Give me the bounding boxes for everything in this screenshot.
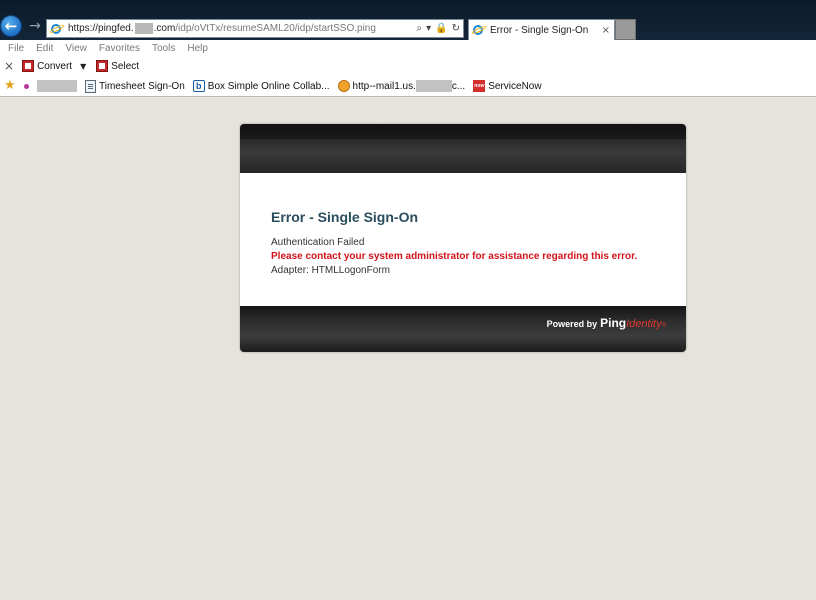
favorite-box[interactable]: b Box Simple Online Collab... <box>192 80 330 92</box>
card-body: Error - Single Sign-On Authentication Fa… <box>240 173 686 306</box>
error-card: Error - Single Sign-On Authentication Fa… <box>240 124 686 352</box>
favorite-dot-icon <box>24 83 29 89</box>
favorites-bar: ★ Timesheet Sign-On b Box Simple Online … <box>0 76 816 97</box>
select-button[interactable]: Select <box>96 60 139 72</box>
address-tools: ⌕ ▾ 🔒 ↻ <box>417 23 463 34</box>
page-icon <box>85 79 96 93</box>
menu-view[interactable]: View <box>65 43 87 54</box>
menu-edit[interactable]: Edit <box>36 43 53 54</box>
favorite-redacted[interactable] <box>24 80 77 92</box>
powered-by-logo: Powered by Ping Identity ® <box>547 316 666 330</box>
error-adapter: Adapter: HTMLLogonForm <box>271 265 390 276</box>
favorite-servicenow[interactable]: now ServiceNow <box>473 80 542 92</box>
page-title: Error - Single Sign-On <box>271 209 419 225</box>
url-prefix: https://pingfed. <box>68 23 134 34</box>
tab-title: Error - Single Sign-On <box>490 24 589 36</box>
brand-identity: Identity <box>626 318 662 330</box>
menu-file[interactable]: File <box>8 43 24 54</box>
address-dropdown-icon[interactable]: ▾ <box>426 23 431 34</box>
select-label: Select <box>111 60 140 72</box>
menu-bar: File Edit View Favorites Tools Help <box>0 40 816 56</box>
favorite-mail[interactable]: http--mail1.us. c... <box>337 80 466 92</box>
convert-button[interactable]: Convert ▼ <box>22 60 86 72</box>
ie-logo-icon <box>50 22 64 36</box>
tab-error-single-sign-on[interactable]: Error - Single Sign-On × <box>468 19 615 40</box>
error-status: Authentication Failed <box>271 237 365 248</box>
back-arrow-icon[interactable]: ← <box>0 15 22 37</box>
favorite-timesheet[interactable]: Timesheet Sign-On <box>85 79 185 93</box>
servicenow-logo-icon: now <box>473 80 486 92</box>
favorite-timesheet-label: Timesheet Sign-On <box>99 80 185 92</box>
address-bar[interactable]: https://pingfed. .com /idp/oVtTx/resumeS… <box>46 19 464 38</box>
new-tab-button[interactable] <box>615 19 636 40</box>
favorite-mail-suffix: c... <box>451 80 466 92</box>
card-header <box>240 124 686 173</box>
menu-help[interactable]: Help <box>187 43 208 54</box>
box-logo-icon: b <box>192 80 205 92</box>
card-footer: Powered by Ping Identity ® <box>240 306 686 352</box>
search-icon[interactable]: ⌕ <box>417 23 423 34</box>
lock-icon[interactable]: 🔒 <box>435 23 447 34</box>
convert-dropdown-icon[interactable]: ▼ <box>80 62 86 71</box>
favorite-box-label: Box Simple Online Collab... <box>207 80 330 92</box>
refresh-icon[interactable]: ↻ <box>452 23 460 34</box>
close-toolbar-icon[interactable]: × <box>4 59 14 73</box>
command-bar: × Convert ▼ Select <box>0 56 816 76</box>
url-path: /idp/oVtTx/resumeSAML20/idp/startSSO.pin… <box>175 23 376 34</box>
mail-icon <box>337 80 350 92</box>
forward-arrow-icon[interactable]: → <box>27 18 43 34</box>
brand-trademark: ® <box>661 323 666 329</box>
powered-by-label: Powered by <box>546 319 598 329</box>
browser-titlebar: ← → https://pingfed. .com /idp/oVtTx/res… <box>0 0 816 40</box>
url-domain: .com <box>153 23 176 34</box>
url-redacted-segment <box>134 23 153 34</box>
menu-tools[interactable]: Tools <box>152 43 175 54</box>
favorite-servicenow-label: ServiceNow <box>488 80 542 92</box>
favorite-redacted-label <box>37 80 77 92</box>
error-message: Please contact your system administrator… <box>271 251 638 262</box>
brand-ping: Ping <box>600 316 627 330</box>
url-text[interactable]: https://pingfed. .com /idp/oVtTx/resumeS… <box>68 23 376 34</box>
favorite-mail-prefix: http--mail1.us. <box>352 80 416 92</box>
pdf-convert-icon <box>22 60 35 72</box>
favorites-star-icon[interactable]: ★ <box>4 79 18 93</box>
menu-favorites[interactable]: Favorites <box>99 43 140 54</box>
favorite-mail-redacted <box>415 80 452 92</box>
pdf-select-icon <box>96 60 109 72</box>
convert-label: Convert <box>37 60 73 72</box>
tab-close-icon[interactable]: × <box>602 25 610 36</box>
tab-ie-icon <box>472 23 486 37</box>
